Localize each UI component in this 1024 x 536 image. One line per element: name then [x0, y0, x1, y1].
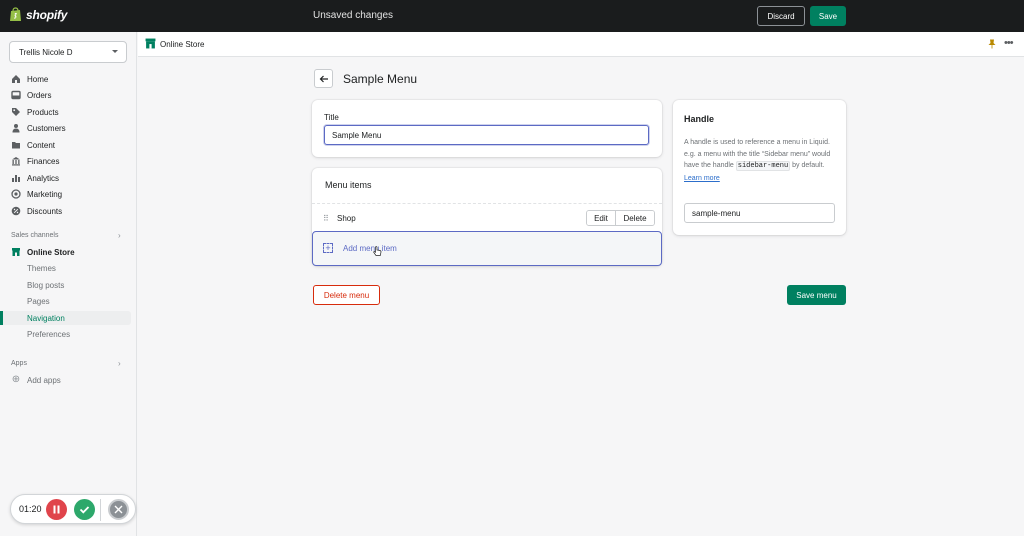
add-menu-item-button[interactable]: + Add menu item [312, 231, 662, 266]
sidebar-item-orders[interactable]: Orders [11, 88, 51, 102]
page-title: Sample Menu [343, 72, 418, 86]
store-name: Trellis Nicole D [19, 47, 73, 57]
sidebar-item-label: Content [27, 140, 56, 150]
sidebar-item-marketing[interactable]: Marketing [11, 187, 62, 201]
sidebar: Trellis Nicole D Home Orders Products Cu… [0, 32, 137, 536]
active-nav-highlight [0, 311, 131, 325]
chevron-right-icon[interactable]: › [118, 359, 121, 368]
title-field-label: Title [324, 113, 339, 122]
sidebar-subitem-themes[interactable]: Themes [27, 261, 56, 275]
sidebar-item-label: Finances [27, 156, 60, 166]
handle-description-suffix: by default. [792, 162, 825, 169]
sidebar-subitem-pages[interactable]: Pages [27, 294, 50, 308]
menu-items-card: Menu items ⠿ Shop Edit Delete + Add menu… [312, 168, 662, 266]
title-input[interactable]: Sample Menu [324, 125, 649, 145]
handle-input[interactable]: sample-menu [684, 203, 835, 223]
handle-input-value: sample-menu [692, 208, 741, 218]
add-menu-item-label: Add menu item [343, 244, 397, 253]
title-input-value: Sample Menu [332, 130, 382, 140]
sidebar-subitem-navigation[interactable]: Navigation [27, 311, 65, 325]
tag-icon [12, 108, 20, 116]
drag-handle-icon[interactable]: ⠿ [323, 214, 329, 223]
cancel-recording-button[interactable] [108, 499, 129, 520]
menu-items-heading: Menu items [325, 180, 372, 190]
hand-cursor-icon [373, 246, 382, 256]
sidebar-item-label: Customers [27, 123, 66, 133]
handle-description: A handle is used to reference a menu in … [684, 137, 839, 184]
chevron-right-icon[interactable]: › [118, 231, 121, 240]
recording-widget: 01:20 [10, 494, 136, 524]
sidebar-item-products[interactable]: Products [11, 105, 59, 119]
sidebar-item-label: Discounts [27, 206, 63, 216]
bank-icon [12, 157, 20, 166]
close-icon [114, 505, 123, 514]
learn-more-link[interactable]: Learn more [684, 175, 720, 182]
sidebar-item-home[interactable]: Home [11, 72, 48, 86]
sidebar-subitem-preferences[interactable]: Preferences [27, 327, 70, 341]
orders-icon [11, 90, 21, 100]
sidebar-item-label: Products [27, 107, 59, 117]
shopify-bag-icon [10, 7, 21, 21]
sidebar-item-analytics[interactable]: Analytics [11, 171, 59, 185]
sidebar-item-customers[interactable]: Customers [11, 121, 66, 135]
menu-item-actions: Edit Delete [586, 210, 655, 226]
sales-channels-label: Sales channels [11, 232, 59, 239]
sidebar-item-label: Online Store [27, 247, 75, 257]
sidebar-item-add-apps[interactable]: ⊕ Add apps [11, 373, 61, 387]
apps-label: Apps [11, 360, 27, 367]
sidebar-item-label: Analytics [27, 173, 60, 183]
breadcrumb-online-store[interactable]: Online Store [160, 40, 204, 49]
sidebar-item-label: Orders [27, 90, 52, 100]
title-card: Title Sample Menu [312, 100, 662, 157]
shopify-logo[interactable]: shopify [9, 7, 67, 22]
menu-item-label: Shop [337, 214, 356, 223]
finish-recording-button[interactable] [74, 499, 95, 520]
caret-down-icon [112, 50, 118, 53]
edit-button[interactable]: Edit [587, 211, 616, 225]
page-header-bar: Online Store ••• [138, 32, 1024, 57]
brand-text: shopify [26, 7, 68, 22]
save-button[interactable]: Save [810, 6, 846, 26]
recorder-divider [100, 499, 101, 521]
pause-icon [53, 505, 60, 514]
sidebar-item-discounts[interactable]: Discounts [11, 204, 62, 218]
storefront-icon [145, 38, 156, 49]
check-icon [79, 506, 90, 514]
back-button[interactable] [314, 69, 333, 88]
recording-timer: 01:20 [19, 504, 42, 514]
folder-icon [12, 142, 20, 149]
target-icon [11, 189, 21, 199]
arrow-left-icon [319, 75, 328, 82]
storefront-icon [12, 248, 20, 256]
discard-button[interactable]: Discard [757, 6, 805, 26]
add-icon: + [323, 243, 333, 253]
discount-icon [11, 206, 21, 216]
sidebar-item-label: Add apps [27, 375, 61, 385]
delete-button[interactable]: Delete [616, 211, 654, 225]
sidebar-item-label: Home [27, 74, 49, 84]
unsaved-changes-text: Unsaved changes [313, 10, 394, 21]
sidebar-item-finances[interactable]: Finances [11, 154, 59, 168]
handle-code-sample: sidebar-menu [735, 161, 791, 171]
sidebar-item-online-store[interactable]: Online Store [11, 245, 75, 259]
pause-recording-button[interactable] [46, 499, 67, 520]
top-bar: shopify Unsaved changes Discard Save [0, 0, 1024, 32]
store-selector[interactable]: Trellis Nicole D [9, 41, 127, 63]
delete-menu-button[interactable]: Delete menu [313, 285, 380, 305]
sidebar-item-content[interactable]: Content [11, 138, 55, 152]
bar-chart-icon [12, 175, 20, 182]
more-options-icon[interactable]: ••• [1004, 37, 1014, 49]
handle-heading: Handle [684, 114, 715, 124]
pin-icon[interactable] [988, 39, 996, 49]
active-nav-indicator [0, 311, 3, 325]
handle-card: Handle A handle is used to reference a m… [673, 100, 846, 235]
sidebar-subitem-blog-posts[interactable]: Blog posts [27, 278, 64, 292]
save-menu-button[interactable]: Save menu [787, 285, 846, 305]
person-icon [12, 124, 20, 133]
divider [312, 203, 662, 204]
home-icon [12, 75, 20, 83]
sidebar-item-label: Marketing [27, 189, 63, 199]
plus-circle-icon: ⊕ [11, 374, 21, 385]
